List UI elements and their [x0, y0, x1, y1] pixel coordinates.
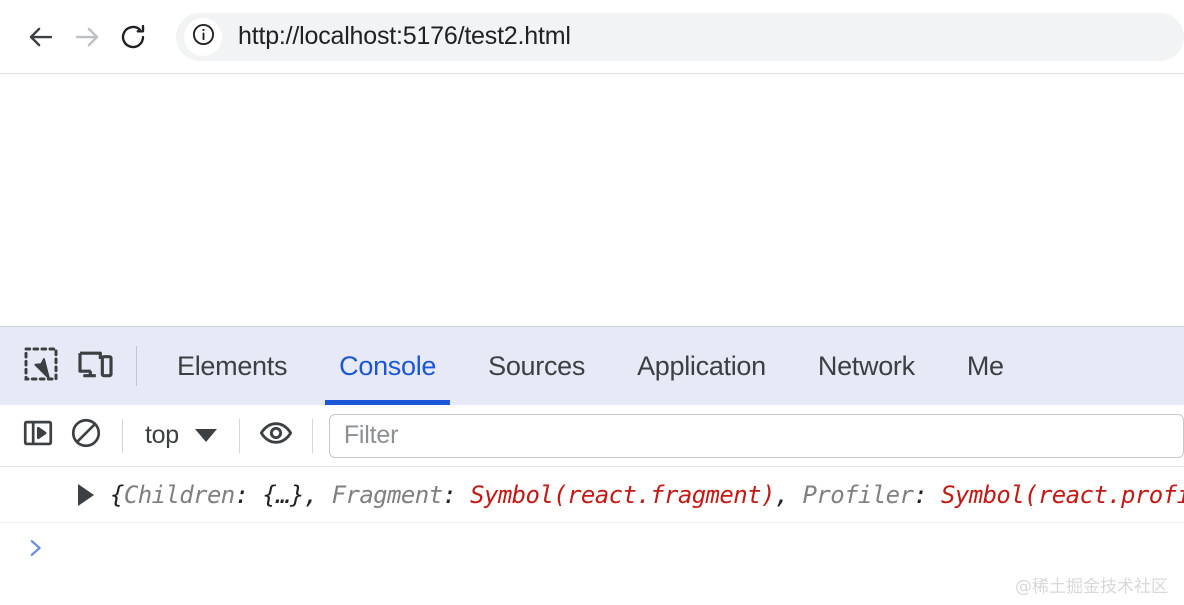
console-token: Profiler [803, 481, 914, 509]
caret-down-icon [195, 429, 217, 442]
info-circle-icon [191, 22, 216, 52]
console-filter-placeholder: Filter [344, 421, 398, 450]
console-sidebar-toggle-button[interactable] [14, 412, 62, 460]
clear-console-button[interactable] [62, 412, 110, 460]
console-token: , [775, 481, 803, 509]
console-message-text: {Children: {…}, Fragment: Symbol(react.f… [110, 481, 1184, 509]
console-token: Fragment [332, 481, 443, 509]
console-token: Symbol(react.fragment) [470, 481, 775, 509]
clear-console-icon [69, 416, 103, 455]
tab-console[interactable]: Console [313, 327, 462, 405]
console-message-row[interactable]: {Children: {…}, Fragment: Symbol(react.f… [0, 467, 1184, 523]
reload-icon [118, 22, 148, 52]
browser-toolbar: http://localhost:5176/test2.html [0, 0, 1184, 74]
console-token: : [235, 481, 263, 509]
tabbar-divider [136, 346, 137, 386]
address-bar[interactable]: http://localhost:5176/test2.html [176, 13, 1184, 61]
console-output: {Children: {…}, Fragment: Symbol(react.f… [0, 467, 1184, 605]
show-console-sidebar-icon [21, 416, 55, 455]
console-toolbar-divider-3 [312, 419, 313, 453]
tab-elements[interactable]: Elements [151, 327, 313, 405]
tab-network[interactable]: Network [792, 327, 941, 405]
console-token: Symbol(react.profiler) [941, 481, 1184, 509]
console-prompt[interactable] [0, 523, 1184, 579]
console-toolbar-divider-1 [122, 419, 123, 453]
console-token: {…} [262, 481, 304, 509]
console-toolbar-divider-2 [239, 419, 240, 453]
devtools-panel: Elements Console Sources Application Net… [0, 326, 1184, 605]
tab-memory[interactable]: Me [941, 327, 1030, 405]
disclosure-triangle-right-icon[interactable] [78, 484, 94, 506]
console-token: { [110, 481, 124, 509]
inspect-element-icon [21, 344, 61, 389]
console-toolbar: top Filter [0, 405, 1184, 467]
devtools-tabbar: Elements Console Sources Application Net… [0, 327, 1184, 405]
console-token: : [442, 481, 470, 509]
back-button[interactable] [18, 14, 64, 60]
live-expression-button[interactable] [252, 412, 300, 460]
console-token: , [304, 481, 332, 509]
console-filter-input[interactable]: Filter [329, 414, 1184, 458]
arrow-right-icon [72, 22, 102, 52]
device-toolbar-button[interactable] [68, 339, 122, 393]
page-viewport [0, 74, 1184, 326]
prompt-chevron-icon [24, 535, 46, 567]
tab-sources[interactable]: Sources [462, 327, 611, 405]
execution-context-label: top [145, 421, 179, 450]
inspect-element-button[interactable] [14, 339, 68, 393]
watermark: @稀土掘金技术社区 [1015, 572, 1168, 597]
site-information-button[interactable] [184, 18, 222, 56]
eye-icon [258, 415, 294, 456]
console-token: : [913, 481, 941, 509]
reload-button[interactable] [110, 14, 156, 60]
tab-application[interactable]: Application [611, 327, 792, 405]
arrow-left-icon [26, 22, 56, 52]
console-token: Children [124, 481, 235, 509]
execution-context-selector[interactable]: top [135, 421, 227, 450]
forward-button[interactable] [64, 14, 110, 60]
url-text[interactable]: http://localhost:5176/test2.html [238, 22, 571, 51]
device-toolbar-icon [75, 344, 115, 389]
